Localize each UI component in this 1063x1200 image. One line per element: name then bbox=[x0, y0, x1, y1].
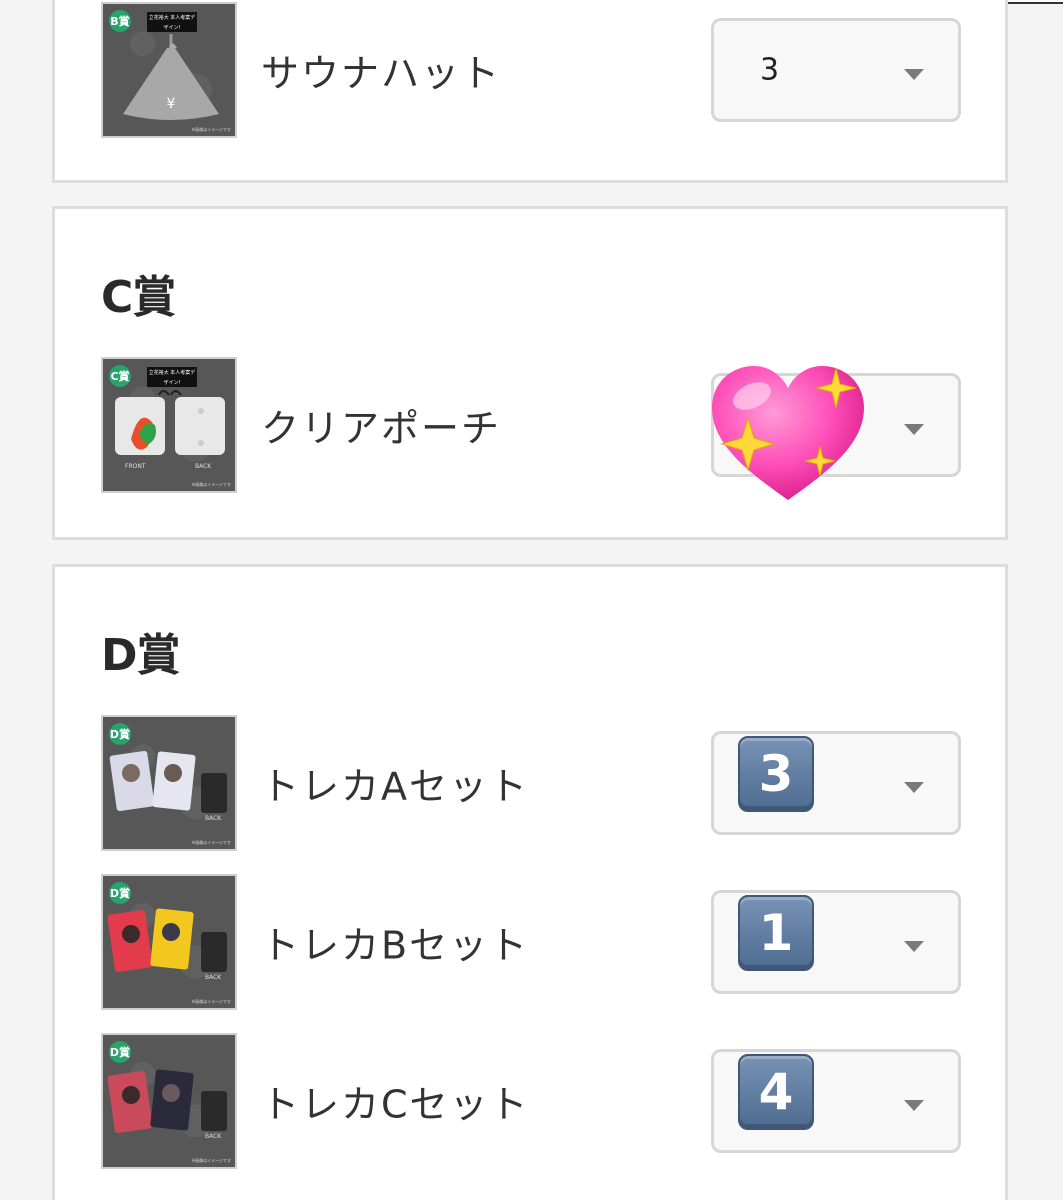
item-thumbnail: D賞 BACK ※画像はイメージです bbox=[101, 874, 237, 1010]
item-name: トレカCセット bbox=[261, 1082, 530, 1127]
back-label: BACK bbox=[205, 815, 222, 822]
copyright-note: ※画像はイメージです bbox=[191, 1158, 231, 1163]
copyright-note: ※画像はイメージです bbox=[191, 999, 231, 1004]
trading-card-icon bbox=[107, 1069, 227, 1133]
item-thumbnail: C賞 立花裕大 本人考案デザイン! FRONT BACK ※画像はイメージです bbox=[101, 357, 237, 493]
prize-title: D賞 bbox=[101, 630, 181, 681]
chevron-down-icon bbox=[904, 424, 924, 435]
keycap-number-icon: 1 bbox=[738, 895, 814, 971]
trading-card-icon bbox=[109, 751, 227, 813]
quantity-select[interactable]: 1 bbox=[711, 890, 961, 994]
prize-item-sauna-hat: B賞 立花裕大 本人考案デザイン! ¥ ※画像はイメージです サウナハット 3 bbox=[101, 2, 961, 138]
item-name: サウナハット bbox=[261, 51, 502, 96]
quantity-select[interactable]: 3 bbox=[711, 18, 961, 122]
keycap-number-icon: 4 bbox=[738, 1054, 814, 1130]
prize-item-trading-card-c: D賞 BACK ※画像はイメージです トレカCセット 4 bbox=[101, 1033, 961, 1169]
keycap-number-icon: 3 bbox=[738, 736, 814, 812]
copyright-note: ※画像はイメージです bbox=[191, 482, 231, 487]
chevron-down-icon bbox=[904, 1100, 924, 1111]
prize-card-d: D賞 D賞 BACK ※画像はイメージです トレカAセット 3 D賞 BACK … bbox=[52, 564, 1008, 1200]
item-thumbnail: D賞 BACK ※画像はイメージです bbox=[101, 1033, 237, 1169]
item-thumbnail: D賞 BACK ※画像はイメージです bbox=[101, 715, 237, 851]
svg-text:¥: ¥ bbox=[167, 96, 176, 112]
item-thumbnail: B賞 立花裕大 本人考案デザイン! ¥ ※画像はイメージです bbox=[101, 2, 237, 138]
clear-pouch-icon bbox=[115, 390, 225, 455]
trading-card-icon bbox=[107, 908, 227, 972]
copyright-note: ※画像はイメージです bbox=[191, 127, 231, 132]
front-label: FRONT bbox=[125, 463, 146, 470]
prize-card-b: B賞 立花裕大 本人考案デザイン! ¥ ※画像はイメージです サウナハット 3 bbox=[52, 0, 1008, 183]
chevron-down-icon bbox=[904, 69, 924, 80]
chevron-down-icon bbox=[904, 941, 924, 952]
quantity-select[interactable]: 4 bbox=[711, 1049, 961, 1153]
sauna-hat-icon: ¥ bbox=[123, 34, 219, 120]
prize-title: C賞 bbox=[101, 272, 176, 323]
sparkling-heart-icon bbox=[712, 366, 864, 500]
item-name: クリアポーチ bbox=[261, 406, 502, 451]
quantity-select[interactable]: 3 bbox=[711, 731, 961, 835]
back-label: BACK bbox=[205, 974, 222, 981]
prize-item-trading-card-b: D賞 BACK ※画像はイメージです トレカBセット 1 bbox=[101, 874, 961, 1010]
prize-item-trading-card-a: D賞 BACK ※画像はイメージです トレカAセット 3 bbox=[101, 715, 961, 851]
item-name: トレカAセット bbox=[261, 764, 529, 809]
item-name: トレカBセット bbox=[261, 923, 530, 968]
quantity-value: 3 bbox=[760, 52, 780, 88]
copyright-note: ※画像はイメージです bbox=[191, 840, 231, 845]
back-label: BACK bbox=[195, 463, 212, 470]
chevron-down-icon bbox=[904, 782, 924, 793]
back-label: BACK bbox=[205, 1133, 222, 1140]
